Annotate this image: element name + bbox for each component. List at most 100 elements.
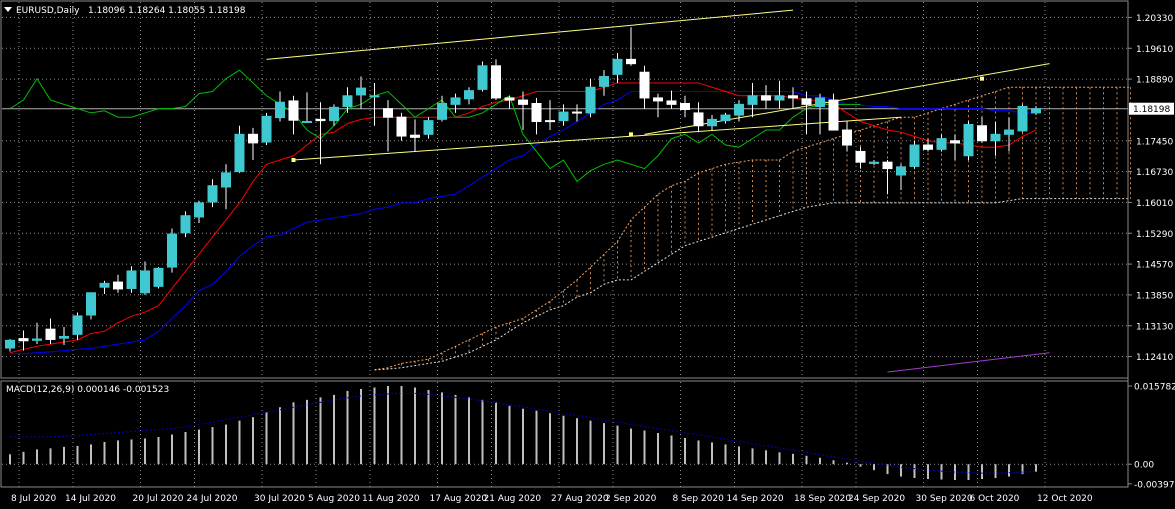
bull-candle bbox=[1017, 104, 1028, 133]
candle-body bbox=[261, 115, 272, 143]
candle-body bbox=[72, 315, 83, 335]
date-tick-label: 24 Sep 2020 bbox=[848, 494, 905, 504]
candle-body bbox=[437, 102, 447, 120]
bull-candle bbox=[153, 267, 164, 289]
candle-body bbox=[896, 166, 906, 176]
date-tick-label: 5 Aug 2020 bbox=[308, 494, 360, 504]
price-tick-label: 1.16730 bbox=[1136, 168, 1173, 178]
bull-candle bbox=[963, 121, 974, 161]
candle-body bbox=[423, 120, 434, 135]
candle-body bbox=[1017, 105, 1028, 132]
candle-body bbox=[936, 138, 947, 150]
bull-candle bbox=[909, 140, 920, 169]
candle-body bbox=[774, 95, 785, 101]
candle-body bbox=[504, 97, 515, 101]
candle-body bbox=[356, 87, 366, 96]
candle-body bbox=[464, 90, 474, 100]
candle-body bbox=[180, 215, 191, 234]
date-tick-label: 6 Oct 2020 bbox=[970, 494, 1020, 504]
candle-body bbox=[518, 99, 528, 105]
candle-body bbox=[639, 71, 650, 99]
candle-body bbox=[855, 150, 866, 163]
date-tick-label: 2 Sep 2020 bbox=[605, 494, 657, 504]
candle-body bbox=[126, 270, 137, 289]
candle-body bbox=[221, 172, 231, 188]
date-tick-label: 11 Aug 2020 bbox=[362, 494, 420, 504]
candle-body bbox=[194, 202, 204, 218]
trendline-anchor bbox=[980, 76, 984, 81]
ohlc-label: 1.18096 1.18264 1.18055 1.18198 bbox=[88, 6, 246, 16]
candle-body bbox=[288, 100, 299, 121]
candle-body bbox=[248, 133, 258, 144]
price-tick-label: 1.13850 bbox=[1136, 291, 1173, 301]
bull-candle bbox=[261, 112, 272, 146]
candle-body bbox=[99, 282, 110, 288]
candle-body bbox=[410, 134, 420, 138]
bull-candle bbox=[167, 228, 177, 273]
candle-body bbox=[396, 116, 407, 137]
price-chart[interactable]: 8 Jul 2020 14 Jul 2020 20 Jul 2020 24 Jul 2… bbox=[0, 0, 1175, 509]
candle-body bbox=[383, 108, 393, 118]
candle-body bbox=[275, 101, 285, 119]
candle-body bbox=[86, 292, 96, 316]
candle-body bbox=[801, 98, 812, 105]
candle-body bbox=[977, 125, 987, 142]
date-tick-label: 8 Sep 2020 bbox=[673, 494, 725, 504]
candle-body bbox=[207, 185, 218, 203]
candle-body bbox=[5, 339, 15, 349]
trendline-anchor bbox=[291, 158, 296, 163]
candle-body bbox=[923, 144, 933, 150]
price-tick-label: 1.20330 bbox=[1136, 14, 1173, 24]
bull-candle bbox=[180, 211, 191, 238]
candle-body bbox=[491, 65, 501, 99]
price-tick-label: 1.19610 bbox=[1136, 45, 1173, 55]
candle-body bbox=[653, 97, 663, 102]
candle-body bbox=[113, 281, 123, 290]
date-tick-label: 18 Sep 2020 bbox=[794, 494, 851, 504]
date-tick-label: 27 Aug 2020 bbox=[551, 494, 609, 504]
trendline-anchor bbox=[629, 132, 633, 137]
macd-tick-label: -0.003973 bbox=[1134, 480, 1175, 490]
candle-body bbox=[666, 100, 677, 105]
candle-body bbox=[531, 102, 542, 122]
candle-body bbox=[707, 118, 717, 127]
current-price-label: 1.18198 bbox=[1133, 105, 1170, 115]
date-tick-label: 17 Aug 2020 bbox=[430, 494, 488, 504]
candle-body bbox=[909, 144, 920, 167]
candle-body bbox=[882, 161, 893, 170]
bull-candle bbox=[477, 61, 488, 92]
candle-body bbox=[329, 106, 339, 122]
bull-candle bbox=[86, 292, 96, 320]
candle-body bbox=[990, 133, 1001, 142]
candle-body bbox=[32, 338, 42, 341]
candle-body bbox=[167, 233, 177, 268]
price-tick-label: 1.14570 bbox=[1136, 261, 1173, 271]
candle-body bbox=[545, 120, 555, 123]
date-tick-label: 8 Jul 2020 bbox=[11, 494, 56, 504]
bear-candle bbox=[491, 59, 501, 101]
date-tick-label: 30 Sep 2020 bbox=[916, 494, 973, 504]
candle-body bbox=[693, 112, 704, 127]
date-tick-label: 24 Jul 2020 bbox=[187, 494, 238, 504]
macd-label: MACD(12,26,9) 0.000146 -0.001523 bbox=[6, 385, 169, 395]
price-tick-label: 1.18890 bbox=[1136, 76, 1173, 86]
date-tick-label: 20 Jul 2020 bbox=[133, 494, 184, 504]
candle-body bbox=[315, 118, 326, 122]
macd-tick-label: 0.00 bbox=[1134, 461, 1154, 471]
candle-body bbox=[828, 99, 839, 131]
candle-body bbox=[45, 328, 56, 340]
price-tick-label: 1.15290 bbox=[1136, 230, 1173, 240]
candle-body bbox=[626, 58, 636, 65]
date-tick-label: 14 Jul 2020 bbox=[65, 494, 116, 504]
candle-body bbox=[1004, 129, 1014, 135]
date-tick-label: 12 Oct 2020 bbox=[1037, 494, 1093, 504]
date-tick-label: 21 Aug 2020 bbox=[484, 494, 542, 504]
candle-body bbox=[950, 140, 960, 144]
symbol-label: EURUSD,Daily bbox=[16, 6, 80, 16]
candle-body bbox=[842, 129, 852, 146]
price-tick-label: 1.17450 bbox=[1136, 137, 1173, 147]
price-tick-label: 1.12410 bbox=[1136, 353, 1173, 363]
candle-body bbox=[747, 95, 758, 105]
candle-body bbox=[18, 338, 29, 342]
candle-body bbox=[59, 335, 69, 339]
